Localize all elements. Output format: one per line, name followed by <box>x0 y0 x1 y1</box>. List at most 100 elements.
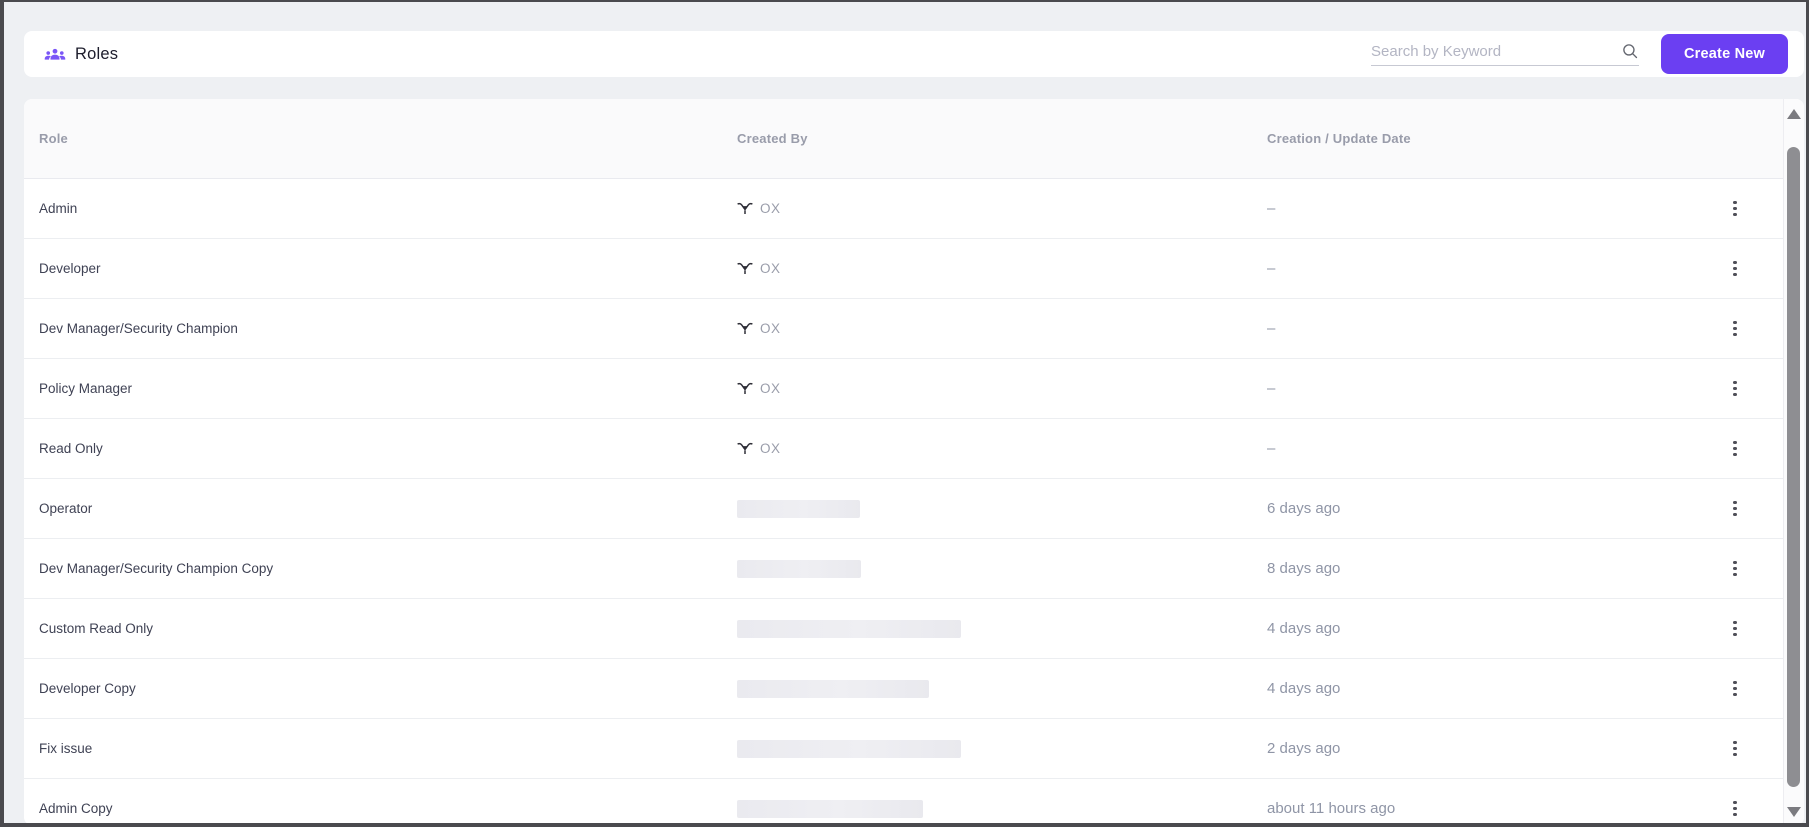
search-input[interactable] <box>1371 43 1616 60</box>
table-row[interactable]: Developer Copy 4 days ago <box>24 659 1804 719</box>
actions-cell <box>1687 677 1783 701</box>
table-row[interactable]: Developer OX – <box>24 239 1804 299</box>
role-name: Dev Manager/Security Champion <box>39 320 238 336</box>
created-by-cell <box>737 499 1267 518</box>
role-cell: Operator <box>39 500 737 518</box>
creation-date: – <box>1267 439 1276 457</box>
role-name: Custom Read Only <box>39 620 154 636</box>
role-cell: Developer Copy <box>39 680 737 698</box>
role-cell: Read Only <box>39 440 737 458</box>
redacted-created-by <box>737 799 923 818</box>
search-box <box>1371 42 1640 66</box>
actions-cell <box>1687 557 1783 581</box>
ox-label: OX <box>760 441 781 456</box>
table-row[interactable]: Operator 6 days ago <box>24 479 1804 539</box>
actions-cell <box>1687 197 1783 221</box>
creation-date: – <box>1267 199 1276 217</box>
role-cell: Dev Manager/Security Champion Copy <box>39 560 737 578</box>
table-row[interactable]: Dev Manager/Security Champion OX – <box>24 299 1804 359</box>
ox-creator: OX <box>737 321 781 336</box>
creation-date: 6 days ago <box>1267 499 1341 517</box>
creation-date: 4 days ago <box>1267 679 1341 697</box>
table-row[interactable]: Read Only OX – <box>24 419 1804 479</box>
table-row[interactable]: Admin OX – <box>24 179 1804 239</box>
table-row[interactable]: Dev Manager/Security Champion Copy 8 day… <box>24 539 1804 599</box>
role-cell: Admin <box>39 200 737 218</box>
actions-cell <box>1687 257 1783 281</box>
date-cell: – <box>1267 380 1687 398</box>
role-name: Read Only <box>39 440 103 456</box>
role-name: Operator <box>39 500 93 516</box>
created-by-cell <box>737 739 1267 758</box>
row-actions-kebab-icon[interactable] <box>1725 617 1745 641</box>
scrollbar-thumb[interactable] <box>1787 147 1800 787</box>
table-row[interactable]: Fix issue 2 days ago <box>24 719 1804 779</box>
created-by-cell: OX <box>737 321 1267 336</box>
table-body: Admin OX – Developer OX – Dev Manager/Se… <box>24 179 1804 823</box>
role-cell: Developer <box>39 260 737 278</box>
creation-date: 4 days ago <box>1267 619 1341 637</box>
role-name: Admin <box>39 200 78 216</box>
row-actions-kebab-icon[interactable] <box>1725 437 1745 461</box>
table-row[interactable]: Admin Copy about 11 hours ago <box>24 779 1804 823</box>
ox-creator: OX <box>737 441 781 456</box>
table-row[interactable]: Custom Read Only 4 days ago <box>24 599 1804 659</box>
role-cell: Policy Manager <box>39 380 737 398</box>
role-name: Admin Copy <box>39 800 113 816</box>
row-actions-kebab-icon[interactable] <box>1725 497 1745 521</box>
row-actions-kebab-icon[interactable] <box>1725 317 1745 341</box>
search-icon[interactable] <box>1621 42 1639 60</box>
creation-date: 8 days ago <box>1267 559 1341 577</box>
date-cell: 4 days ago <box>1267 680 1687 698</box>
column-header-role: Role <box>39 131 68 146</box>
ox-label: OX <box>760 261 781 276</box>
table-row[interactable]: Policy Manager OX – <box>24 359 1804 419</box>
created-by-cell <box>737 679 1267 698</box>
ox-logo-icon <box>737 202 753 214</box>
row-actions-kebab-icon[interactable] <box>1725 677 1745 701</box>
scrollbar-up-arrow-icon[interactable] <box>1787 109 1801 119</box>
row-actions-kebab-icon[interactable] <box>1725 557 1745 581</box>
row-actions-kebab-icon[interactable] <box>1725 257 1745 281</box>
date-cell: 8 days ago <box>1267 560 1687 578</box>
ox-logo-icon <box>737 442 753 454</box>
actions-cell <box>1687 377 1783 401</box>
row-actions-kebab-icon[interactable] <box>1725 197 1745 221</box>
ox-logo-icon <box>737 322 753 334</box>
redacted-created-by <box>737 619 961 638</box>
date-cell: 2 days ago <box>1267 740 1687 758</box>
created-by-cell <box>737 799 1267 818</box>
actions-cell <box>1687 737 1783 761</box>
ox-label: OX <box>760 381 781 396</box>
row-actions-kebab-icon[interactable] <box>1725 737 1745 761</box>
role-name: Dev Manager/Security Champion Copy <box>39 560 274 576</box>
created-by-cell: OX <box>737 381 1267 396</box>
row-actions-kebab-icon[interactable] <box>1725 377 1745 401</box>
creation-date: – <box>1267 319 1276 337</box>
created-by-cell: OX <box>737 261 1267 276</box>
scrollbar-track[interactable] <box>1783 99 1804 823</box>
role-name: Policy Manager <box>39 380 133 396</box>
actions-cell <box>1687 617 1783 641</box>
date-cell: 6 days ago <box>1267 500 1687 518</box>
ox-label: OX <box>760 201 781 216</box>
ox-creator: OX <box>737 381 781 396</box>
created-by-cell <box>737 619 1267 638</box>
created-by-cell: OX <box>737 441 1267 456</box>
creation-date: 2 days ago <box>1267 739 1341 757</box>
table-header-row: Role Created By Creation / Update Date <box>24 99 1804 179</box>
redacted-created-by <box>737 499 860 518</box>
create-new-button[interactable]: Create New <box>1661 34 1788 74</box>
ox-logo-icon <box>737 262 753 274</box>
date-cell: – <box>1267 440 1687 458</box>
ox-creator: OX <box>737 261 781 276</box>
date-cell: 4 days ago <box>1267 620 1687 638</box>
row-actions-kebab-icon[interactable] <box>1725 797 1745 821</box>
role-cell: Custom Read Only <box>39 620 737 638</box>
date-cell: about 11 hours ago <box>1267 800 1687 818</box>
actions-cell <box>1687 437 1783 461</box>
role-name: Developer Copy <box>39 680 136 696</box>
creation-date: – <box>1267 259 1276 277</box>
page-title-group: Roles <box>44 45 118 64</box>
scrollbar-down-arrow-icon[interactable] <box>1787 807 1801 817</box>
